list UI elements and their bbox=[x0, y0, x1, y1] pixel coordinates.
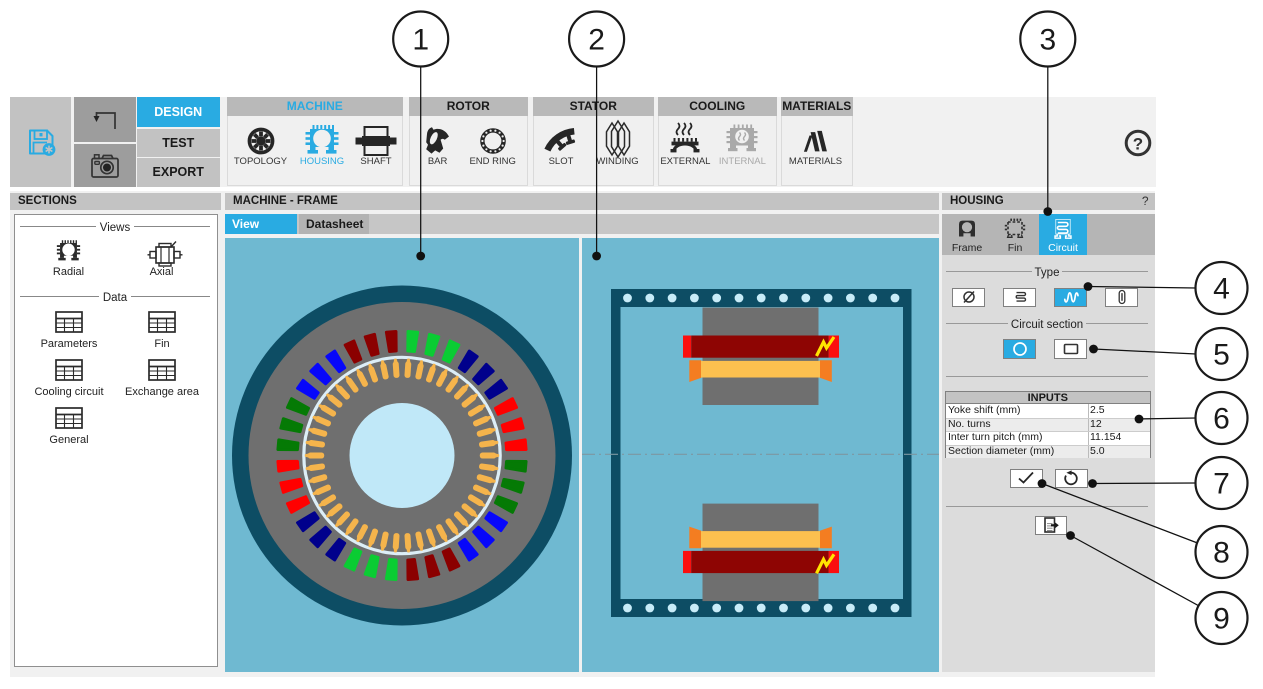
svg-text:2: 2 bbox=[588, 24, 605, 57]
svg-text:1: 1 bbox=[412, 24, 429, 57]
svg-text:8: 8 bbox=[1213, 537, 1230, 570]
svg-text:7: 7 bbox=[1213, 468, 1230, 501]
svg-text:5: 5 bbox=[1213, 339, 1230, 372]
svg-text:3: 3 bbox=[1039, 24, 1056, 57]
svg-text:6: 6 bbox=[1213, 403, 1230, 436]
svg-text:4: 4 bbox=[1213, 273, 1230, 306]
svg-text:9: 9 bbox=[1213, 603, 1230, 636]
